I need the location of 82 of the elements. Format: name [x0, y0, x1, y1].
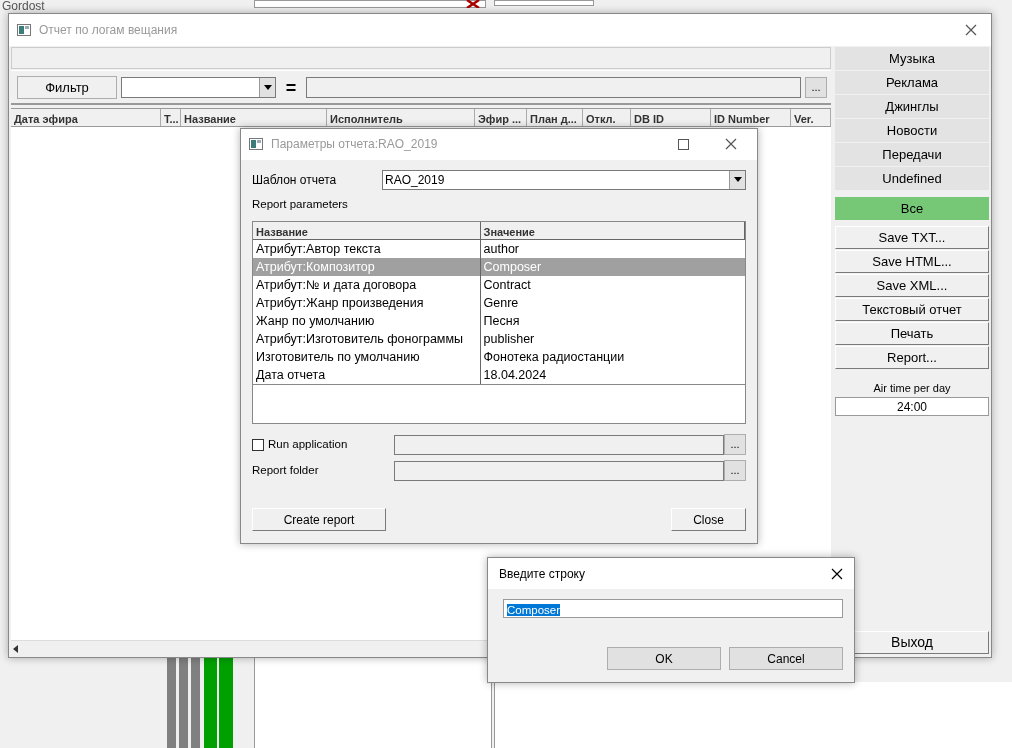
table-cell-text: publisher [482, 331, 536, 348]
application-path-field[interactable] [394, 434, 724, 455]
table-cell-text: Composer [482, 259, 543, 276]
category-button[interactable]: Реклама [835, 71, 989, 94]
template-dropdown[interactable]: RAO_2019 [382, 169, 746, 190]
close-icon [965, 24, 977, 36]
table-cell-text: Genre [482, 295, 520, 312]
category-button[interactable]: Все [835, 197, 989, 220]
window-title: Отчет по логам вещания [39, 22, 178, 39]
action-button[interactable]: Save TXT... [835, 226, 989, 249]
section-label: Report parameters [252, 196, 349, 212]
checkbox[interactable] [252, 438, 264, 451]
category-button[interactable]: Музыка [835, 47, 989, 70]
action-button[interactable]: Save HTML... [835, 250, 989, 273]
category-button[interactable]: Новости [835, 119, 989, 142]
air-time-label: Air time per day [872, 381, 952, 396]
table-cell-text: author [482, 241, 520, 258]
input-field[interactable]: Composer [503, 599, 843, 618]
table-row[interactable]: Атрибут:Жанр произведения Genre [253, 294, 745, 312]
report-folder-field[interactable] [394, 460, 724, 481]
dropdown-arrow-icon [263, 85, 272, 90]
column-header[interactable]: Значение [480, 222, 745, 239]
column-header[interactable]: Название [181, 109, 327, 126]
maximize-icon [677, 138, 689, 150]
template-label: Шаблон отчета [252, 171, 338, 189]
column-header[interactable]: Эфир ... [475, 109, 527, 126]
table-row[interactable]: Атрибут:№ и дата договора Contract [253, 276, 745, 294]
column-header[interactable]: DB ID [631, 109, 711, 126]
action-button[interactable]: Report... [835, 346, 989, 369]
dialog-title: Параметры отчета:RAO_2019 [271, 136, 438, 154]
ok-button[interactable]: OK [607, 647, 721, 670]
checkbox-label: Run application [268, 436, 348, 452]
app-icon [249, 138, 263, 151]
filter-value-field[interactable] [306, 77, 801, 98]
scroll-left-icon[interactable] [11, 645, 21, 653]
table-row[interactable]: Атрибут:Изготовитель фонограммы publisher [253, 330, 745, 348]
table-cell: Атрибут:Композитор [253, 258, 481, 276]
table-cell: Атрибут:Жанр произведения [253, 294, 481, 312]
table-cell-text: Contract [482, 277, 532, 294]
create-report-button[interactable]: Create report [252, 508, 386, 531]
cancel-button[interactable]: Cancel [729, 647, 843, 670]
close-icon [466, 0, 480, 8]
category-button[interactable]: Джинглы [835, 95, 989, 118]
logo-text: Gordost [2, 0, 45, 12]
dialog-title: Введите строку [499, 565, 585, 583]
table-cell: Изготовитель по умолчанию [253, 348, 481, 366]
column-header[interactable]: Название [253, 222, 481, 239]
table-row[interactable]: Жанр по умолчанию Песня [253, 312, 745, 330]
browse-button[interactable]: ... [805, 77, 827, 98]
browse-button[interactable]: ... [724, 460, 746, 481]
template-value: RAO_2019 [384, 171, 446, 189]
column-header[interactable]: План д... [527, 109, 583, 126]
filter-button[interactable]: Фильтр [17, 76, 117, 99]
action-button[interactable]: Печать [835, 322, 989, 345]
table-cell: Жанр по умолчанию [253, 312, 481, 330]
column-header[interactable]: Т... [161, 109, 181, 126]
column-header[interactable]: Исполнитель [327, 109, 475, 126]
table-cell: Дата отчета [253, 366, 481, 384]
table-row[interactable]: Дата отчета 18.04.2024 [253, 366, 745, 384]
report-folder-label: Report folder [252, 462, 320, 478]
close-icon [831, 567, 843, 580]
app-icon [17, 24, 31, 36]
category-button[interactable]: Undefined [835, 167, 989, 190]
close-button[interactable]: Close [671, 508, 746, 531]
action-button[interactable]: Текстовый отчет [835, 298, 989, 321]
category-button[interactable]: Передачи [835, 143, 989, 166]
close-icon [725, 138, 737, 151]
table-row[interactable]: Изготовитель по умолчанию Фонотека радиостанции [253, 348, 745, 366]
column-header[interactable]: Откл. [583, 109, 631, 126]
column-header[interactable]: ID Number [711, 109, 791, 126]
table-cell: Атрибут:Изготовитель фонограммы [253, 330, 481, 348]
table-cell-text: 18.04.2024 [482, 367, 548, 384]
filter-dropdown[interactable] [121, 77, 276, 98]
table-cell-text: Фонотека радиостанции [482, 349, 626, 366]
dropdown-arrow-icon [733, 177, 742, 183]
column-header[interactable]: Дата эфира [11, 109, 161, 126]
table-cell-text: Песня [482, 313, 521, 330]
action-button[interactable]: Save XML... [835, 274, 989, 297]
column-header[interactable]: Ver. [791, 109, 831, 126]
air-time-field[interactable]: 24:00 [835, 396, 989, 416]
browse-button[interactable]: ... [724, 434, 746, 455]
table-cell: Атрибут:№ и дата договора [253, 276, 481, 294]
